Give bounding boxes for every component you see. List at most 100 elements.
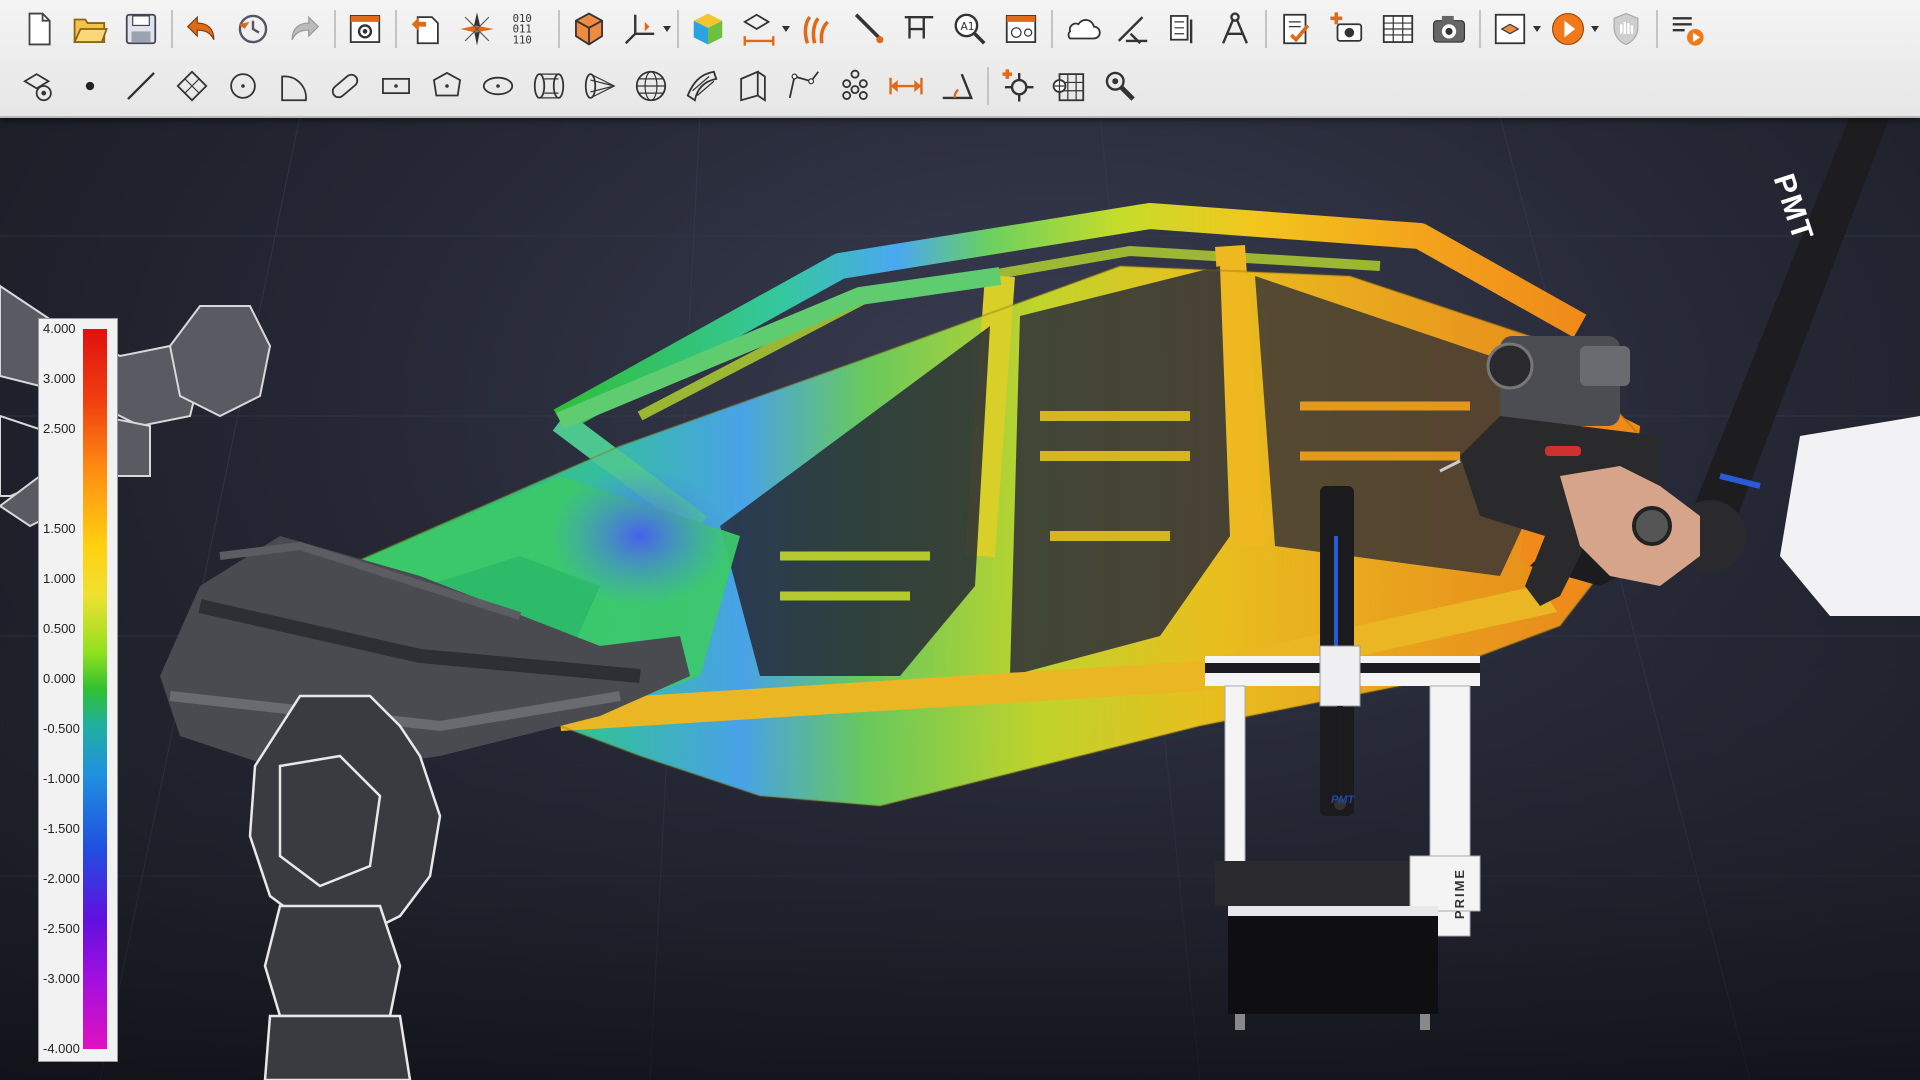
circle-button[interactable] xyxy=(220,63,266,109)
cube-view-button[interactable] xyxy=(566,6,612,52)
cube-view-icon xyxy=(575,12,603,46)
line-button[interactable] xyxy=(118,63,164,109)
coordinate-system-button[interactable] xyxy=(617,6,663,52)
legend-label: 4.000 xyxy=(43,321,76,336)
play-button[interactable] xyxy=(1545,6,1591,52)
gauge-button[interactable] xyxy=(1110,6,1156,52)
gauge-icon xyxy=(1117,16,1148,45)
table-button[interactable] xyxy=(1375,6,1421,52)
legend-label: -3.000 xyxy=(43,971,80,986)
camera-button[interactable] xyxy=(1426,6,1472,52)
add-camera-button[interactable] xyxy=(1324,6,1370,52)
checklist-gauge-button[interactable] xyxy=(1161,6,1207,52)
sphere-button[interactable] xyxy=(628,63,674,109)
point-cloud-button[interactable] xyxy=(16,63,62,109)
point-group-button[interactable] xyxy=(832,63,878,109)
compass-icon xyxy=(460,12,494,46)
distance-button[interactable] xyxy=(883,63,929,109)
ellipse-button[interactable] xyxy=(475,63,521,109)
legend-color-bar xyxy=(83,329,107,1049)
checklist-icon xyxy=(1283,13,1310,45)
cmm-brand-logo: PMT xyxy=(1331,794,1355,806)
settings-wrench-button[interactable] xyxy=(1097,63,1143,109)
undo-icon xyxy=(186,15,215,40)
layers-icon xyxy=(1494,13,1526,45)
toolbar-separator xyxy=(677,10,679,48)
arc-button[interactable] xyxy=(271,63,317,109)
redo-button[interactable] xyxy=(281,6,327,52)
export-button[interactable] xyxy=(403,6,449,52)
circle-icon xyxy=(230,73,256,99)
save-icon xyxy=(125,13,157,45)
compass-tool-button[interactable] xyxy=(1212,6,1258,52)
legend-label: -1.500 xyxy=(43,821,80,836)
checklist-button[interactable] xyxy=(1273,6,1319,52)
save-button[interactable] xyxy=(118,6,164,52)
stop-button[interactable] xyxy=(1603,6,1649,52)
cylinder-button[interactable] xyxy=(526,63,572,109)
ellipse-icon xyxy=(482,76,514,96)
new-file-button[interactable] xyxy=(16,6,62,52)
binary-data-button[interactable]: 010 011 110 xyxy=(505,6,551,52)
settings-button[interactable] xyxy=(342,6,388,52)
sphere-icon xyxy=(635,70,667,102)
point-button[interactable] xyxy=(67,63,113,109)
rectangle-button[interactable] xyxy=(373,63,419,109)
polyline-button[interactable] xyxy=(781,63,827,109)
annotation-search-icon: A1 xyxy=(954,13,986,45)
probe-button[interactable] xyxy=(845,6,891,52)
cone-button[interactable] xyxy=(577,63,623,109)
layers-dropdown-arrow[interactable] xyxy=(1532,6,1542,52)
svg-text:A1: A1 xyxy=(961,20,975,33)
toolbar-separator xyxy=(1265,10,1267,48)
probe-dropdown-arrow[interactable] xyxy=(781,6,791,52)
annotation-search-button[interactable]: A1 xyxy=(947,6,993,52)
rectangle-icon xyxy=(382,77,410,95)
viewport-3d[interactable]: 4.000 3.000 2.500 1.500 1.000 0.500 0.00… xyxy=(0,116,1920,1080)
new-file-icon xyxy=(28,12,51,46)
plane-button[interactable] xyxy=(169,63,215,109)
polygon-button[interactable] xyxy=(424,63,470,109)
angle-button[interactable] xyxy=(934,63,980,109)
cloud-measure-button[interactable] xyxy=(1059,6,1105,52)
chevron-down-icon xyxy=(663,26,671,32)
main-toolbar: 010 011 110 A1 xyxy=(0,0,1920,118)
cloud-measure-icon xyxy=(1067,19,1101,40)
playlist-button[interactable] xyxy=(1664,6,1710,52)
compass-button[interactable] xyxy=(454,6,500,52)
grid-target-button[interactable] xyxy=(1046,63,1092,109)
slot-button[interactable] xyxy=(322,63,368,109)
toolbar-separator xyxy=(334,10,336,48)
prism-button[interactable] xyxy=(730,63,776,109)
camera-icon xyxy=(1432,15,1466,43)
play-dropdown-arrow[interactable] xyxy=(1590,6,1600,52)
toolbar-separator xyxy=(395,10,397,48)
undo-history-icon xyxy=(238,14,268,44)
surface-button[interactable] xyxy=(679,63,725,109)
settings-icon xyxy=(349,15,381,43)
probe-icon xyxy=(854,13,884,44)
toolbar-separator xyxy=(1479,10,1481,48)
polygon-icon xyxy=(432,71,462,97)
report-grid-button[interactable] xyxy=(998,6,1044,52)
color-map-button[interactable] xyxy=(685,6,731,52)
legend-label: -2.000 xyxy=(43,871,80,886)
cmm-model-label: PRIME xyxy=(1452,867,1468,920)
hand-scan-button[interactable] xyxy=(794,6,840,52)
coordinate-dropdown-arrow[interactable] xyxy=(662,6,672,52)
probe-scan-button[interactable] xyxy=(736,6,782,52)
point-cloud-icon xyxy=(23,73,52,102)
grid-target-icon xyxy=(1052,73,1085,102)
polyline-icon xyxy=(788,71,819,99)
open-folder-icon xyxy=(73,18,108,43)
undo-history-button[interactable] xyxy=(230,6,276,52)
target-button[interactable] xyxy=(995,63,1041,109)
open-button[interactable] xyxy=(67,6,113,52)
color-cube-icon xyxy=(693,13,723,45)
legend-label: -0.500 xyxy=(43,721,80,736)
layers-button[interactable] xyxy=(1487,6,1533,52)
legend-label: -1.000 xyxy=(43,771,80,786)
undo-button[interactable] xyxy=(179,6,225,52)
settings-wrench-icon xyxy=(1105,71,1135,101)
caliper-button[interactable] xyxy=(896,6,942,52)
